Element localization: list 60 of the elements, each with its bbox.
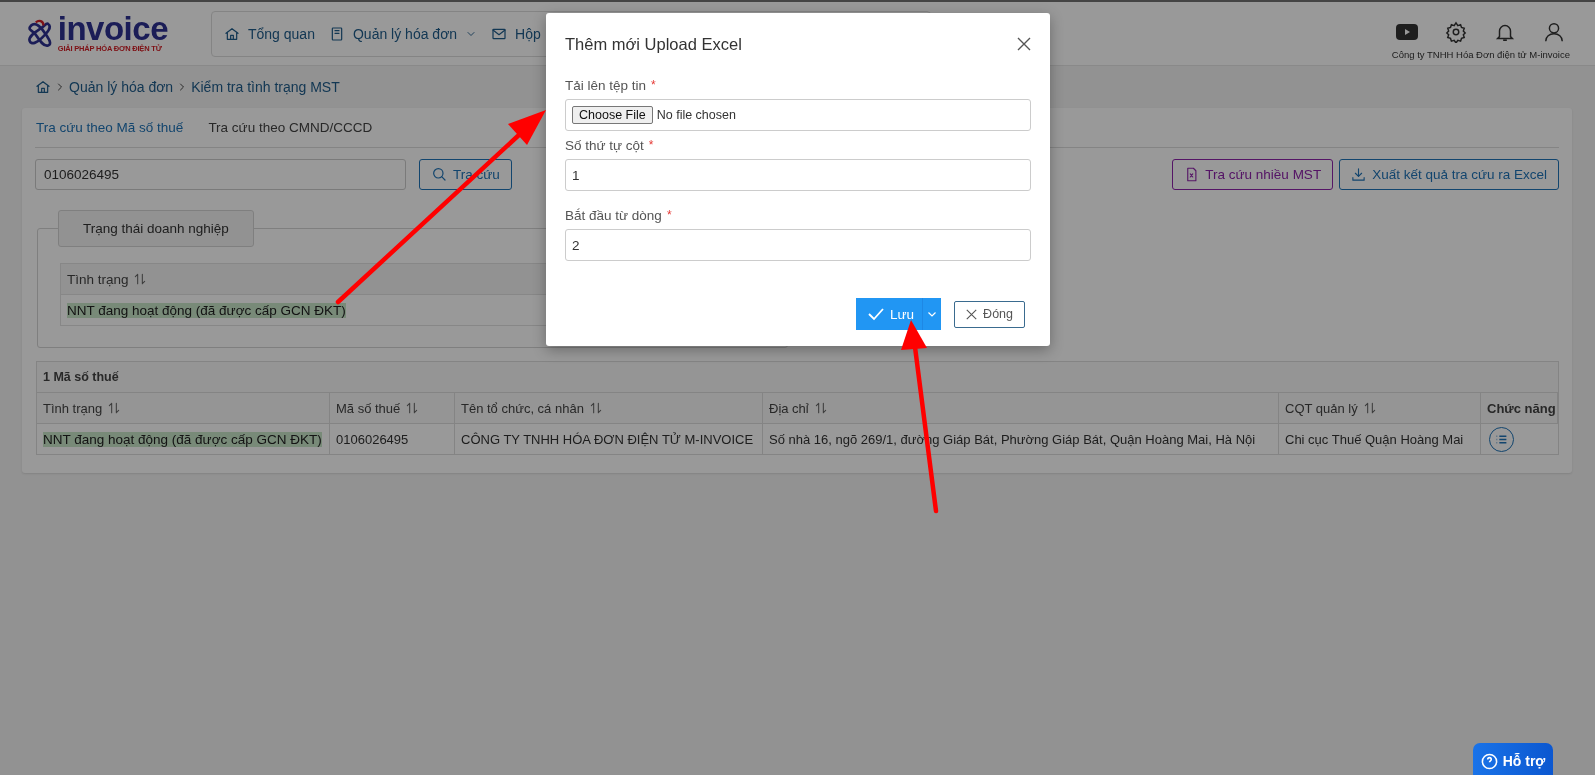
field-label: Số thứ tự cột	[565, 137, 644, 153]
column-header[interactable]: Tên tổ chức, cá nhân	[455, 393, 763, 424]
company-name: Công ty TNHH Hóa Đơn điện tử M-invoice	[1391, 49, 1570, 60]
breadcrumb-link[interactable]: Kiểm tra tình trạng MST	[191, 79, 340, 95]
input-field[interactable]: 1	[565, 159, 1031, 191]
status-text: NNT đang hoạt động (đã được cấp GCN ĐKT)	[67, 302, 346, 318]
help-icon	[1480, 752, 1498, 770]
logo-wordmark: invoice	[57, 14, 168, 44]
nav-item[interactable]: Hộp	[491, 25, 541, 42]
search-field[interactable]: 0106026495	[35, 158, 406, 190]
action-button[interactable]: Tra cứu nhiều MST	[1172, 158, 1334, 190]
menu-button[interactable]	[1489, 426, 1514, 452]
nav-item[interactable]: Tổng quan	[224, 25, 315, 42]
dialog-title: Thêm mới Upload Excel	[565, 34, 742, 54]
table-cell: 0106026495	[336, 431, 409, 447]
column-header[interactable]: Địa chỉ	[763, 393, 1279, 424]
close-button[interactable]: Đóng	[954, 300, 1025, 328]
column-header[interactable]: CQT quản lý	[1279, 393, 1481, 424]
field-label: Bắt đầu từ dòng	[565, 207, 662, 223]
video-icon[interactable]	[1396, 24, 1419, 40]
required-mark: *	[648, 138, 654, 152]
close-icon[interactable]	[1017, 37, 1031, 51]
file-status: No file chosen	[656, 108, 736, 122]
field-label: Tải lên tệp tin	[565, 77, 647, 93]
sort-icon	[1362, 401, 1377, 415]
home-icon	[224, 25, 240, 42]
panel-legend: Trạng thái doanh nghiệp	[58, 210, 254, 247]
table-cell: CÔNG TY TNHH HÓA ĐƠN ĐIỆN TỬ M-INVOICE	[461, 431, 754, 447]
required-mark: *	[651, 78, 656, 92]
input-field[interactable]: 2	[565, 229, 1031, 261]
sort-icon	[813, 401, 828, 415]
table-cell: Chi cục Thuế Quận Hoàng Mai	[1285, 431, 1464, 447]
action-button[interactable]: Xuất kết quả tra cứu ra Excel	[1339, 158, 1559, 190]
sort-icon	[405, 401, 420, 415]
table-caption: 1 Mã số thuế	[37, 362, 1558, 393]
nav-item[interactable]: Quản lý hóa đơn	[328, 25, 478, 42]
sort-icon	[588, 401, 603, 415]
column-header: Tình trạng	[67, 271, 129, 287]
sort-icon	[132, 272, 147, 286]
choose-file-button[interactable]: Choose File	[572, 106, 653, 124]
dropdown-toggle[interactable]	[922, 298, 942, 330]
column-header[interactable]: Mã số thuế	[330, 393, 455, 424]
tab[interactable]: Tra cứu theo Mã số thuế	[35, 120, 184, 135]
breadcrumb-link[interactable]: Quản lý hóa đơn	[69, 79, 174, 95]
column-header[interactable]: Tình trạng	[37, 393, 330, 424]
sort-icon	[107, 401, 122, 415]
file-field[interactable]: Choose File No file chosen	[565, 99, 1031, 131]
user-icon[interactable]	[1543, 21, 1566, 43]
search-icon	[431, 166, 447, 182]
home-icon	[35, 79, 51, 95]
help-button[interactable]: Hỗ trợ	[1473, 743, 1553, 775]
download-icon	[1351, 166, 1367, 182]
tab[interactable]: Tra cứu theo CMND/CCCD	[207, 120, 373, 135]
close-icon	[966, 308, 978, 320]
check-icon	[868, 307, 885, 321]
settings-icon[interactable]	[1445, 21, 1468, 43]
status-text: NNT đang hoạt động (đã được cấp GCN ĐKT)	[43, 431, 322, 447]
excel-file-icon	[1184, 166, 1200, 182]
required-mark: *	[666, 208, 672, 222]
column-header: Chức năng	[1481, 393, 1558, 424]
